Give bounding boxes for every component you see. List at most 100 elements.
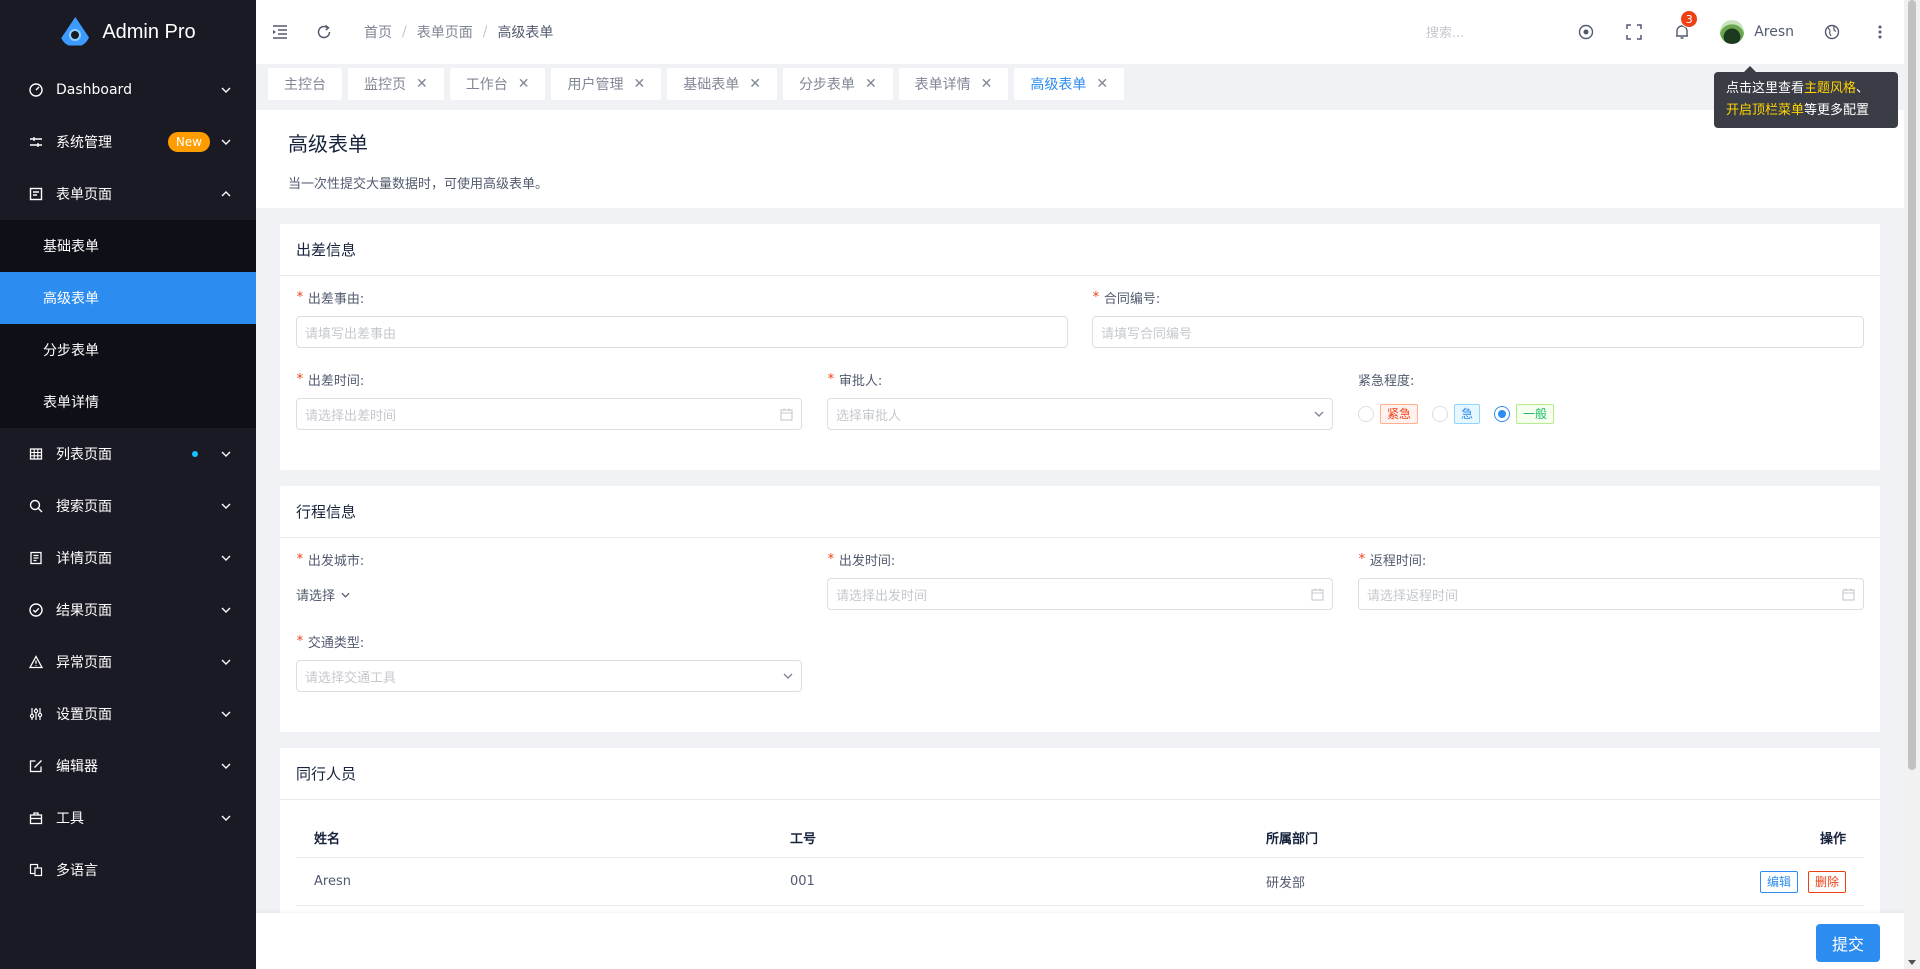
sidebar-item-result[interactable]: 结果页面 <box>0 584 256 636</box>
chevron-down-icon <box>220 448 232 460</box>
approver-select[interactable]: 选择审批人 <box>827 398 1333 430</box>
reason-field: * 出差事由: 请填写出差事由 <box>296 288 1068 348</box>
chevron-down-icon <box>220 604 232 616</box>
target-icon[interactable] <box>1576 22 1596 42</box>
sidebar-item-forms[interactable]: 表单页面 <box>0 168 256 220</box>
tab-basic-form[interactable]: 基础表单 ✕ <box>667 68 777 100</box>
radio[interactable] <box>1358 406 1374 422</box>
table-row: Aresn 001 研发部 编辑 删除 <box>296 858 1864 906</box>
return-time-picker[interactable]: 请选择返程时间 <box>1358 578 1864 610</box>
sidebar-item-search[interactable]: 搜索页面 <box>0 480 256 532</box>
urgency-option-hurry[interactable]: 急 <box>1432 404 1481 424</box>
tab-step-form[interactable]: 分步表单 ✕ <box>782 68 893 100</box>
scrollbar-thumb[interactable] <box>1908 0 1916 770</box>
trip-time-picker[interactable]: 请选择出差时间 <box>296 398 802 430</box>
table-header: 姓名 工号 所属部门 操作 <box>296 818 1864 858</box>
transport-select[interactable]: 请选择交通工具 <box>296 660 802 692</box>
card-title: 出差信息 <box>280 224 1880 276</box>
header-left: 首页 / 表单页面 / 高级表单 <box>256 22 553 42</box>
top-header: 首页 / 表单页面 / 高级表单 搜索... 3 Aresn <box>256 0 1904 64</box>
sidebar-item-basic-form[interactable]: 基础表单 <box>0 220 256 272</box>
sidebar-item-detail[interactable]: 详情页面 <box>0 532 256 584</box>
scroll-down-icon[interactable] <box>1908 960 1916 965</box>
settings-icon <box>28 706 44 722</box>
reason-input[interactable]: 请填写出差事由 <box>296 316 1068 348</box>
chevron-down-icon <box>341 587 350 602</box>
logo-icon <box>60 17 91 47</box>
depart-time-field: * 出发时间: 请选择出发时间 <box>827 550 1333 610</box>
globe-icon[interactable] <box>1822 22 1842 42</box>
app-logo[interactable]: Admin Pro <box>0 0 256 64</box>
close-icon[interactable]: ✕ <box>749 76 761 92</box>
sidebar-item-tools[interactable]: 工具 <box>0 792 256 844</box>
search-input[interactable]: 搜索... <box>1426 22 1576 41</box>
chevron-down-icon <box>783 673 793 679</box>
sidebar-item-advanced-form[interactable]: 高级表单 <box>0 272 256 324</box>
menu-fold-icon[interactable] <box>270 22 290 42</box>
sidebar-item-system[interactable]: 系统管理 New <box>0 116 256 168</box>
sidebar-item-dashboard[interactable]: Dashboard <box>0 64 256 116</box>
close-icon[interactable]: ✕ <box>416 76 428 92</box>
chevron-down-icon <box>1314 411 1324 417</box>
page-scrollbar[interactable] <box>1904 0 1920 969</box>
tab-dashboard[interactable]: 主控台 <box>268 68 342 100</box>
fullscreen-icon[interactable] <box>1624 22 1644 42</box>
tab-advanced-form[interactable]: 高级表单 ✕ <box>1014 68 1125 100</box>
more-vertical-icon[interactable] <box>1870 22 1890 42</box>
page-header: 高级表单 当一次性提交大量数据时，可使用高级表单。 <box>256 110 1904 208</box>
sidebar-item-editor[interactable]: 编辑器 <box>0 740 256 792</box>
tab-bar: 主控台 监控页 ✕ 工作台 ✕ 用户管理 ✕ 基础表单 ✕ 分步表单 ✕ 表单详情 ✕ 高级… <box>256 64 1904 104</box>
refresh-icon[interactable] <box>314 22 334 42</box>
form-icon <box>28 186 44 202</box>
approver-field: * 审批人: 选择审批人 <box>827 370 1333 430</box>
urgency-field: 紧急程度: 紧急 急 一般 <box>1358 370 1864 430</box>
urgency-option-normal[interactable]: 一般 <box>1494 404 1555 424</box>
contract-input[interactable]: 请填写合同编号 <box>1092 316 1864 348</box>
breadcrumb-item-home[interactable]: 首页 <box>364 22 392 42</box>
tab-workplace[interactable]: 工作台 ✕ <box>449 68 546 100</box>
trip-info-card: 出差信息 * 出差事由: 请填写出差事由 * 合同编号: 请填写合同编号 * 出差时间… <box>280 224 1880 470</box>
radio[interactable] <box>1432 406 1449 422</box>
sidebar-item-exception[interactable]: 异常页面 <box>0 636 256 688</box>
close-icon[interactable]: ✕ <box>1096 76 1108 92</box>
breadcrumb-item-current: 高级表单 <box>497 25 554 41</box>
table-icon <box>28 446 44 462</box>
user-menu[interactable]: Aresn <box>1720 20 1794 44</box>
toolbox-icon <box>28 810 44 826</box>
submit-button[interactable]: 提交 <box>1815 924 1880 962</box>
delete-button[interactable]: 删除 <box>1807 870 1846 893</box>
close-icon[interactable]: ✕ <box>981 76 993 92</box>
chevron-down-icon <box>220 708 232 720</box>
calendar-icon <box>1311 588 1324 601</box>
chevron-down-icon <box>220 656 232 668</box>
urgency-radio-group: 紧急 急 一般 <box>1358 398 1864 430</box>
avatar <box>1720 20 1745 44</box>
radio-checked[interactable] <box>1494 406 1511 422</box>
tab-form-detail[interactable]: 表单详情 ✕ <box>898 68 1009 100</box>
chevron-down-icon <box>220 84 232 96</box>
depart-time-picker[interactable]: 请选择出发时间 <box>827 578 1333 610</box>
edit-button[interactable]: 编辑 <box>1759 870 1798 893</box>
urgency-option-urgent[interactable]: 紧急 <box>1358 404 1419 424</box>
close-icon[interactable]: ✕ <box>865 76 877 92</box>
close-icon[interactable]: ✕ <box>633 76 645 92</box>
sidebar-menu: Dashboard 系统管理 New 表单页面 基础表单 高级表单 分步表单 表… <box>0 64 256 896</box>
new-badge: New <box>167 132 210 152</box>
sidebar-item-step-form[interactable]: 分步表单 <box>0 324 256 376</box>
dashboard-icon <box>28 82 44 98</box>
close-icon[interactable]: ✕ <box>518 76 530 92</box>
sidebar-item-list[interactable]: 列表页面 <box>0 428 256 480</box>
breadcrumb-item-forms[interactable]: 表单页面 <box>417 22 473 42</box>
chevron-down-icon <box>220 136 232 148</box>
bell-icon[interactable]: 3 <box>1672 10 1699 42</box>
settings-tooltip: 点击这里查看主题风格、 开启顶栏菜单等更多配置 <box>1714 66 1898 128</box>
edit-icon <box>28 758 44 774</box>
tab-user-management[interactable]: 用户管理 ✕ <box>551 68 662 100</box>
return-time-field: * 返程时间: 请选择返程时间 <box>1358 550 1864 610</box>
sidebar-item-i18n[interactable]: 多语言 <box>0 844 256 896</box>
chevron-down-icon <box>220 812 232 824</box>
sidebar-item-form-detail[interactable]: 表单详情 <box>0 376 256 428</box>
tab-monitor[interactable]: 监控页 ✕ <box>348 68 444 100</box>
sidebar-item-settings[interactable]: 设置页面 <box>0 688 256 740</box>
city-cascader[interactable]: 请选择 <box>296 578 802 610</box>
